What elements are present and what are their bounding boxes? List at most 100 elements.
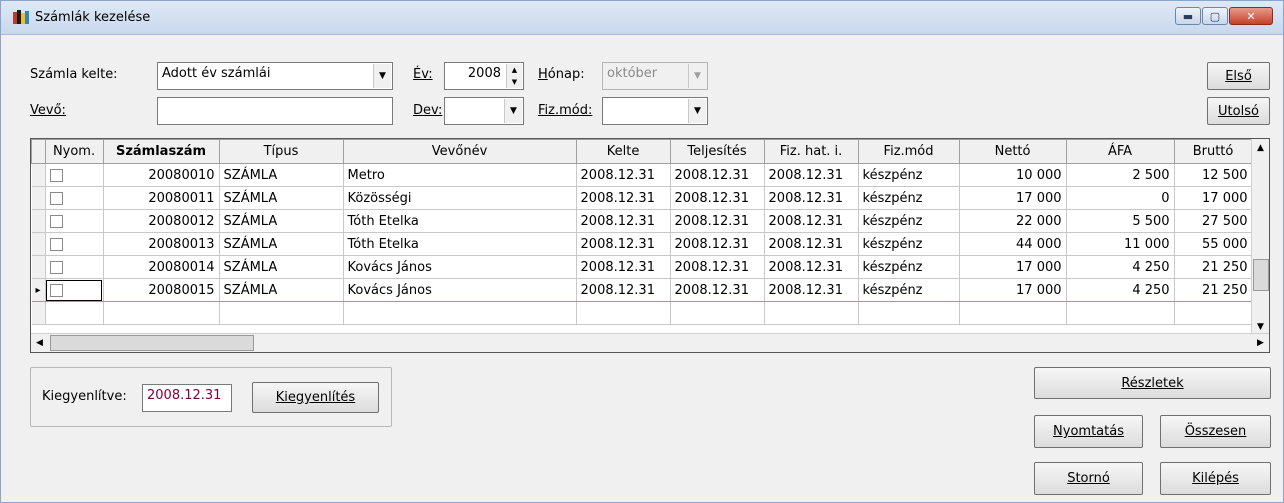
table-cell[interactable]: 21 250 xyxy=(1174,255,1253,279)
table-cell[interactable]: 2008.12.31 xyxy=(764,278,859,302)
print-checkbox[interactable] xyxy=(45,278,104,302)
table-row[interactable]: ▸ 20080015 SZÁMLA Kovács János 2008.12.31 200… xyxy=(31,278,1262,302)
table-cell[interactable]: 2008.12.31 xyxy=(764,232,859,256)
table-cell[interactable]: 2008.12.31 xyxy=(576,186,671,210)
table-cell[interactable]: készpénz xyxy=(858,186,960,210)
summary-button[interactable]: Összesen xyxy=(1160,415,1271,448)
table-cell[interactable]: 2008.12.31 xyxy=(576,232,671,256)
table-cell[interactable]: Metro xyxy=(343,163,577,187)
table-cell[interactable]: SZÁMLA xyxy=(219,278,344,302)
first-button[interactable]: Első xyxy=(1207,62,1270,90)
settle-date-field[interactable]: 2008.12.31 xyxy=(142,384,232,412)
table-cell[interactable]: 2008.12.31 xyxy=(764,209,859,233)
table-cell[interactable]: Tóth Etelka xyxy=(343,232,577,256)
col-header[interactable]: Fiz. hat. i. xyxy=(763,139,859,164)
storno-button[interactable]: Stornó xyxy=(1034,462,1143,495)
table-cell[interactable]: 20080015 xyxy=(103,278,220,302)
table-cell[interactable]: készpénz xyxy=(858,163,960,187)
exit-button[interactable]: Kilépés xyxy=(1160,462,1271,495)
checkbox-icon[interactable] xyxy=(49,237,63,251)
close-icon[interactable]: ✕ xyxy=(1229,7,1273,25)
table-cell[interactable]: 21 250 xyxy=(1174,278,1253,302)
checkbox-icon[interactable] xyxy=(49,214,63,228)
invoice-grid[interactable]: Nyom. Számlaszám Típus Vevőnév Kelte Tel… xyxy=(30,138,1270,353)
table-row[interactable]: 20080013 SZÁMLA Tóth Etelka 2008.12.31 2008.… xyxy=(31,232,1262,256)
table-cell[interactable]: készpénz xyxy=(858,232,960,256)
vevo-input[interactable] xyxy=(157,97,393,125)
col-header[interactable]: Kelte xyxy=(575,139,671,164)
table-cell[interactable]: SZÁMLA xyxy=(219,186,344,210)
table-cell[interactable]: 44 000 xyxy=(959,232,1067,256)
minimize-icon[interactable]: ▬ xyxy=(1175,7,1201,25)
col-header[interactable]: Nyom. xyxy=(44,139,104,164)
table-cell[interactable]: 20080014 xyxy=(103,255,220,279)
table-cell[interactable]: 20080013 xyxy=(103,232,220,256)
table-cell[interactable]: 11 000 xyxy=(1066,232,1175,256)
dev-select[interactable]: ▼ xyxy=(444,97,524,125)
table-cell[interactable]: 17 000 xyxy=(1174,186,1253,210)
scroll-thumb[interactable] xyxy=(1253,259,1269,291)
chevron-down-icon[interactable]: ▼ xyxy=(688,64,706,88)
col-header[interactable]: Vevőnév xyxy=(342,139,577,164)
vertical-scrollbar[interactable]: ▲ ▼ xyxy=(1251,139,1269,335)
table-cell[interactable]: 12 500 xyxy=(1174,163,1253,187)
table-cell[interactable]: 2008.12.31 xyxy=(670,163,765,187)
checkbox-icon[interactable] xyxy=(49,191,63,205)
print-button[interactable]: Nyomtatás xyxy=(1034,415,1143,448)
col-header[interactable]: Teljesítés xyxy=(669,139,765,164)
table-cell[interactable]: 2008.12.31 xyxy=(670,209,765,233)
table-cell[interactable]: 2008.12.31 xyxy=(670,186,765,210)
table-cell[interactable]: 2 500 xyxy=(1066,163,1175,187)
checkbox-icon[interactable] xyxy=(49,260,63,274)
table-cell[interactable]: készpénz xyxy=(858,278,960,302)
table-cell[interactable]: készpénz xyxy=(858,255,960,279)
table-cell[interactable]: 2008.12.31 xyxy=(576,255,671,279)
print-checkbox[interactable] xyxy=(45,232,104,256)
table-cell[interactable]: Közösségi xyxy=(343,186,577,210)
scroll-up-icon[interactable]: ▲ xyxy=(1252,139,1269,156)
table-cell[interactable]: SZÁMLA xyxy=(219,232,344,256)
table-cell[interactable]: 20080012 xyxy=(103,209,220,233)
table-cell[interactable]: 2008.12.31 xyxy=(576,278,671,302)
table-cell[interactable]: 5 500 xyxy=(1066,209,1175,233)
col-header[interactable]: Nettó xyxy=(958,139,1067,164)
horizontal-scrollbar[interactable]: ◀ ▶ xyxy=(31,333,1269,352)
last-button[interactable]: Utolsó xyxy=(1207,97,1270,125)
honap-select[interactable]: október ▼ xyxy=(602,62,708,90)
table-cell[interactable]: 2008.12.31 xyxy=(764,186,859,210)
szamla-kelte-select[interactable]: Adott év számlái ▼ xyxy=(157,62,393,90)
col-header[interactable]: Számlaszám xyxy=(102,139,220,164)
print-checkbox[interactable] xyxy=(45,255,104,279)
table-cell[interactable]: 2008.12.31 xyxy=(670,255,765,279)
col-header[interactable]: Bruttó xyxy=(1173,139,1253,164)
scroll-left-icon[interactable]: ◀ xyxy=(31,334,48,351)
table-cell[interactable]: 0 xyxy=(1066,186,1175,210)
spin-down-icon[interactable]: ▼ xyxy=(507,76,522,88)
table-row[interactable]: 20080011 SZÁMLA Közösségi 2008.12.31 2008.12… xyxy=(31,186,1262,210)
table-cell[interactable]: SZÁMLA xyxy=(219,163,344,187)
table-cell[interactable]: Kovács János xyxy=(343,278,577,302)
table-cell[interactable]: 27 500 xyxy=(1174,209,1253,233)
table-cell[interactable]: 20080011 xyxy=(103,186,220,210)
table-cell[interactable]: 17 000 xyxy=(959,255,1067,279)
checkbox-icon[interactable] xyxy=(49,168,63,182)
table-cell[interactable]: 2008.12.31 xyxy=(670,278,765,302)
table-cell[interactable]: 17 000 xyxy=(959,186,1067,210)
details-button[interactable]: Részletek xyxy=(1034,367,1271,399)
scroll-thumb[interactable] xyxy=(50,335,254,351)
table-row[interactable]: 20080012 SZÁMLA Tóth Etelka 2008.12.31 2008.… xyxy=(31,209,1262,233)
print-checkbox[interactable] xyxy=(45,186,104,210)
chevron-down-icon[interactable]: ▼ xyxy=(373,64,391,88)
fizmod-select[interactable]: ▼ xyxy=(602,97,708,125)
table-cell[interactable]: Tóth Etelka xyxy=(343,209,577,233)
table-cell[interactable]: 55 000 xyxy=(1174,232,1253,256)
table-cell[interactable]: 2008.12.31 xyxy=(670,232,765,256)
table-cell[interactable]: 4 250 xyxy=(1066,255,1175,279)
print-checkbox[interactable] xyxy=(45,209,104,233)
table-cell[interactable]: Kovács János xyxy=(343,255,577,279)
print-checkbox[interactable] xyxy=(45,163,104,187)
table-cell[interactable]: SZÁMLA xyxy=(219,255,344,279)
table-cell[interactable]: 2008.12.31 xyxy=(576,163,671,187)
col-header[interactable]: Fiz.mód xyxy=(857,139,960,164)
table-cell[interactable]: 2008.12.31 xyxy=(576,209,671,233)
